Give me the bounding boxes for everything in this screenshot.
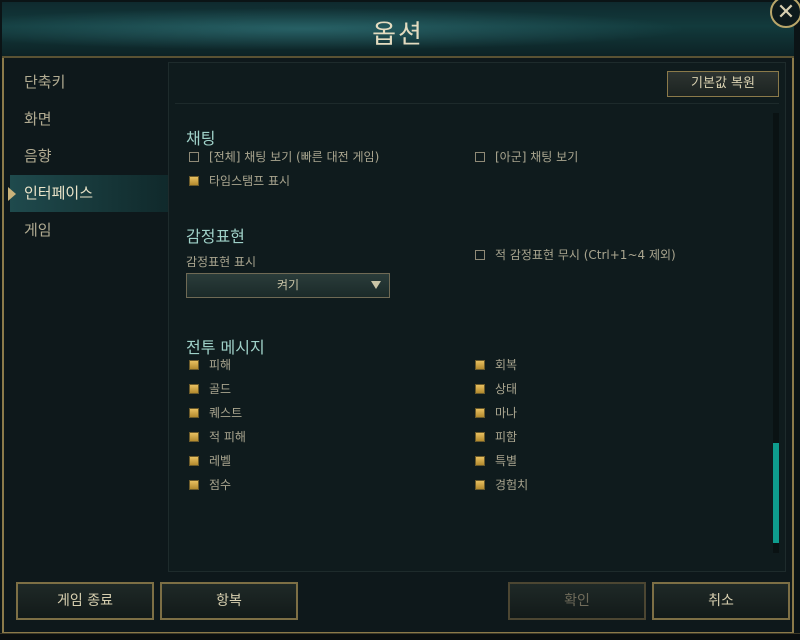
checkbox[interactable] — [189, 480, 199, 490]
option-label: 적 감정표현 무시 (Ctrl+1~4 제외) — [495, 248, 676, 262]
settings-panel: 기본값 복원 채팅 [전체] 채팅 보기 (빠른 대전 게임) [아군] 채팅 … — [168, 62, 786, 572]
option-combat-quest[interactable]: 퀘스트 — [189, 404, 242, 422]
option-label: 피해 — [209, 358, 232, 372]
sidebar-item-interface[interactable]: 인터페이스 — [8, 175, 168, 212]
sidebar-item-hotkeys[interactable]: 단축키 — [10, 64, 168, 101]
section-title-emotes: 감정표현 — [186, 227, 245, 246]
sidebar-item-label: 음향 — [24, 147, 52, 165]
option-label: 점수 — [209, 478, 232, 492]
option-combat-score[interactable]: 점수 — [189, 476, 231, 494]
checkbox[interactable] — [189, 384, 199, 394]
option-label: 골드 — [209, 382, 232, 396]
option-combat-dodge[interactable]: 피함 — [475, 428, 517, 446]
option-label: 마나 — [495, 406, 518, 420]
quit-game-button[interactable]: 게임 종료 — [16, 582, 154, 620]
checkbox[interactable] — [475, 408, 485, 418]
checkbox[interactable] — [475, 456, 485, 466]
section-title-chat: 채팅 — [186, 129, 216, 148]
checkbox[interactable] — [475, 250, 485, 260]
option-team-chat[interactable]: [아군] 채팅 보기 — [475, 148, 578, 166]
option-label: [아군] 채팅 보기 — [495, 150, 579, 164]
emote-display-label: 감정표현 표시 — [186, 255, 257, 269]
checkbox[interactable] — [189, 360, 199, 370]
sidebar: 단축키 화면 음향 인터페이스 게임 — [8, 62, 168, 572]
emote-display-dropdown[interactable]: 켜기 — [186, 273, 390, 298]
checkbox[interactable] — [189, 152, 199, 162]
sidebar-item-label: 단축키 — [24, 73, 66, 91]
option-label: 타임스탬프 표시 — [209, 174, 291, 188]
active-arrow-icon — [8, 187, 16, 201]
checkbox[interactable] — [475, 152, 485, 162]
title-bar: 옵션 — [2, 2, 794, 58]
cancel-button[interactable]: 취소 — [652, 582, 790, 620]
option-label: 상태 — [495, 382, 518, 396]
ok-button[interactable]: 확인 — [508, 582, 646, 620]
option-ignore-enemy-emotes[interactable]: 적 감정표현 무시 (Ctrl+1~4 제외) — [475, 246, 676, 264]
option-all-chat[interactable]: [전체] 채팅 보기 (빠른 대전 게임) — [189, 148, 379, 166]
scrollbar-thumb[interactable] — [773, 443, 779, 543]
sidebar-item-label: 게임 — [24, 221, 52, 239]
scrollbar-track[interactable] — [773, 113, 779, 553]
section-title-combat: 전투 메시지 — [186, 338, 265, 357]
option-label: 경험치 — [495, 478, 529, 492]
option-combat-gold[interactable]: 골드 — [189, 380, 231, 398]
option-combat-experience[interactable]: 경험치 — [475, 476, 528, 494]
option-label: 특별 — [495, 454, 518, 468]
window-title: 옵션 — [372, 20, 424, 50]
option-label: 적 피해 — [209, 430, 246, 444]
option-label: 피함 — [495, 430, 518, 444]
sidebar-item-game[interactable]: 게임 — [10, 212, 168, 249]
panel-divider — [175, 103, 779, 104]
option-combat-enemy-damage[interactable]: 적 피해 — [189, 428, 246, 446]
bottom-strip — [0, 633, 800, 640]
checkbox[interactable] — [475, 384, 485, 394]
sidebar-item-label: 인터페이스 — [24, 184, 94, 202]
option-combat-status[interactable]: 상태 — [475, 380, 517, 398]
option-label: 레벨 — [209, 454, 232, 468]
caret-down-icon — [371, 281, 381, 289]
option-timestamps[interactable]: 타임스탬프 표시 — [189, 172, 290, 190]
dropdown-value: 켜기 — [276, 278, 300, 292]
option-combat-level[interactable]: 레벨 — [189, 452, 231, 470]
option-combat-heal[interactable]: 회복 — [475, 356, 517, 374]
sidebar-item-sound[interactable]: 음향 — [10, 138, 168, 175]
checkbox[interactable] — [475, 360, 485, 370]
close-button[interactable]: ✕ — [770, 0, 800, 28]
checkbox[interactable] — [475, 432, 485, 442]
option-label: 퀘스트 — [209, 406, 243, 420]
checkbox[interactable] — [475, 480, 485, 490]
option-combat-mana[interactable]: 마나 — [475, 404, 517, 422]
option-combat-special[interactable]: 특별 — [475, 452, 517, 470]
close-icon: ✕ — [776, 0, 796, 25]
checkbox[interactable] — [189, 176, 199, 186]
option-label: [전체] 채팅 보기 (빠른 대전 게임) — [209, 150, 380, 164]
sidebar-item-video[interactable]: 화면 — [10, 101, 168, 138]
surrender-button[interactable]: 항복 — [160, 582, 298, 620]
restore-defaults-button[interactable]: 기본값 복원 — [667, 71, 779, 97]
checkbox[interactable] — [189, 456, 199, 466]
option-label: 회복 — [495, 358, 518, 372]
option-combat-damage[interactable]: 피해 — [189, 356, 231, 374]
sidebar-item-label: 화면 — [24, 110, 52, 128]
checkbox[interactable] — [189, 432, 199, 442]
checkbox[interactable] — [189, 408, 199, 418]
